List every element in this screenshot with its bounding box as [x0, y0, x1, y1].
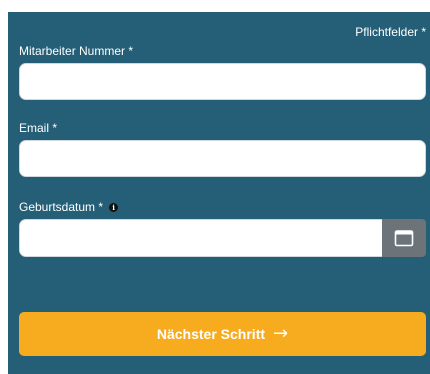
- birthdate-label-text: Geburtsdatum *: [19, 200, 104, 214]
- required-fields-note: Pflichtfelder *: [355, 25, 426, 39]
- calendar-button[interactable]: [382, 219, 426, 257]
- email-label: Email *: [19, 121, 57, 135]
- arrow-right-icon: →: [273, 323, 289, 344]
- next-step-button[interactable]: Nächster Schritt →: [19, 312, 426, 356]
- email-label-text: Email *: [19, 121, 58, 135]
- next-step-label: Nächster Schritt: [156, 326, 266, 342]
- email-input[interactable]: [19, 140, 426, 177]
- info-icon[interactable]: i: [109, 202, 119, 212]
- birthdate-input[interactable]: [19, 219, 382, 257]
- employee-number-label: Mitarbeiter Nummer *: [19, 44, 133, 58]
- employee-number-input[interactable]: [19, 63, 426, 100]
- employee-number-label-text: Mitarbeiter Nummer *: [19, 44, 134, 58]
- registration-form-panel: Pflichtfelder * Mitarbeiter Nummer * Ema…: [8, 12, 430, 374]
- birthdate-field: [19, 219, 426, 257]
- birthdate-label: Geburtsdatum * i: [19, 200, 119, 214]
- calendar-icon: [394, 230, 414, 247]
